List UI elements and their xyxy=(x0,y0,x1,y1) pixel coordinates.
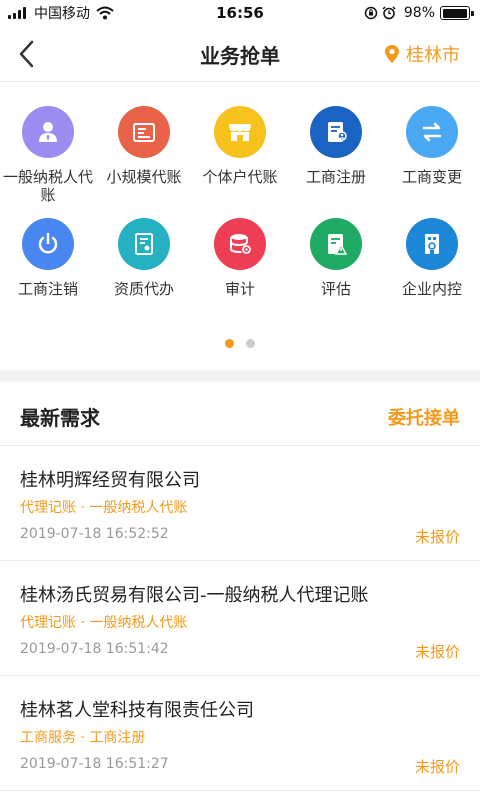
service-label: 资质代办 xyxy=(113,280,174,298)
service-qualification-agency[interactable]: 资质代办 xyxy=(96,212,192,324)
service-icon-circle xyxy=(406,106,458,158)
service-label: 个体户代账 xyxy=(202,168,278,186)
page-dot[interactable] xyxy=(246,339,255,348)
service-small-scale-bookkeeping[interactable]: 小规模代账 xyxy=(96,100,192,212)
section-title: 最新需求 xyxy=(20,406,100,430)
building-icon xyxy=(425,234,439,254)
order-time: 2019-07-18 16:52:52 xyxy=(20,526,169,542)
service-icon-circle xyxy=(118,218,170,270)
status-right: 98% xyxy=(360,4,474,22)
order-item[interactable]: 桂林明辉经贸有限公司 代理记账 · 一般纳税人代账 2019-07-18 16:… xyxy=(0,446,480,561)
service-general-taxpayer-bookkeeping[interactable]: 一般纳税人代账 xyxy=(0,100,96,212)
order-list: 桂林明辉经贸有限公司 代理记账 · 一般纳税人代账 2019-07-18 16:… xyxy=(0,446,480,791)
service-business-cancellation[interactable]: 工商注销 xyxy=(0,212,96,324)
service-icon-circle xyxy=(118,106,170,158)
service-label: 审计 xyxy=(224,280,255,298)
service-icon-circle xyxy=(214,218,266,270)
service-icon-circle xyxy=(310,106,362,158)
order-time: 2019-07-18 16:51:27 xyxy=(20,756,169,772)
ledger-icon xyxy=(133,123,155,142)
order-item[interactable]: 桂林茗人堂科技有限责任公司 工商服务 · 工商注册 2019-07-18 16:… xyxy=(0,676,480,791)
status-bar: 中国移动 16:56 98% xyxy=(0,0,480,26)
database-icon xyxy=(230,234,251,254)
service-row: 一般纳税人代账 小规模代账 个体户代账 工商注册 工商变更 xyxy=(0,100,480,212)
order-title: 桂林汤氏贸易有限公司-一般纳税人代理记账 xyxy=(20,585,369,606)
section-divider xyxy=(0,370,480,382)
order-tags: 代理记账 · 一般纳税人代账 xyxy=(20,500,188,516)
battery-icon xyxy=(440,6,474,20)
order-status: 未报价 xyxy=(414,758,460,776)
entrust-order-link[interactable]: 委托接单 xyxy=(388,404,460,430)
nav-bar: 业务抢单 桂林市 xyxy=(0,26,480,82)
service-individual-business-bookkeeping[interactable]: 个体户代账 xyxy=(192,100,288,212)
service-label: 企业内控 xyxy=(401,280,462,298)
service-label: 小规模代账 xyxy=(106,168,182,186)
order-tags: 工商服务 · 工商注册 xyxy=(20,730,146,746)
service-icon-circle xyxy=(22,218,74,270)
alarm-icon xyxy=(382,6,396,20)
service-label: 工商注销 xyxy=(17,280,78,298)
service-audit[interactable]: 审计 xyxy=(192,212,288,324)
order-title: 桂林茗人堂科技有限责任公司 xyxy=(20,700,254,721)
page-indicator xyxy=(0,339,480,348)
service-row: 工商注销 资质代办 审计 评估 企业内控 xyxy=(0,212,480,324)
service-label: 工商注册 xyxy=(305,168,366,186)
service-icon-circle xyxy=(406,218,458,270)
service-assessment[interactable]: 评估 xyxy=(288,212,384,324)
battery-percent: 98% xyxy=(403,5,435,21)
register-document-icon xyxy=(328,122,347,142)
order-tags: 代理记账 · 一般纳税人代账 xyxy=(20,615,188,631)
rotation-lock-icon xyxy=(364,6,378,20)
city-selector[interactable]: 桂林市 xyxy=(384,41,460,67)
service-label: 一般纳税人代账 xyxy=(2,168,93,204)
location-pin-icon xyxy=(385,45,399,63)
person-icon xyxy=(39,122,57,142)
service-grid: 一般纳税人代账 小规模代账 个体户代账 工商注册 工商变更 工商注销 资质代办 … xyxy=(0,100,480,324)
service-business-change[interactable]: 工商变更 xyxy=(384,100,480,212)
service-icon-circle xyxy=(310,218,362,270)
service-label: 评估 xyxy=(320,280,351,298)
certificate-icon xyxy=(135,233,153,255)
power-icon xyxy=(38,232,58,254)
service-business-registration[interactable]: 工商注册 xyxy=(288,100,384,212)
latest-demand-header: 最新需求 委托接单 xyxy=(0,382,480,446)
battery-fill xyxy=(442,8,467,18)
city-label: 桂林市 xyxy=(406,45,460,66)
shop-icon xyxy=(229,124,251,141)
service-internal-control[interactable]: 企业内控 xyxy=(384,212,480,324)
page-dot-active[interactable] xyxy=(225,339,234,348)
assessment-icon xyxy=(328,234,348,255)
service-icon-circle xyxy=(22,106,74,158)
order-item[interactable]: 桂林汤氏贸易有限公司-一般纳税人代理记账 代理记账 · 一般纳税人代账 2019… xyxy=(0,561,480,676)
order-time: 2019-07-18 16:51:42 xyxy=(20,641,169,657)
swap-arrows-icon xyxy=(422,122,442,142)
order-title: 桂林明辉经贸有限公司 xyxy=(20,470,200,491)
service-label: 工商变更 xyxy=(401,168,462,186)
order-status: 未报价 xyxy=(414,528,460,546)
order-status: 未报价 xyxy=(414,643,460,661)
service-icon-circle xyxy=(214,106,266,158)
